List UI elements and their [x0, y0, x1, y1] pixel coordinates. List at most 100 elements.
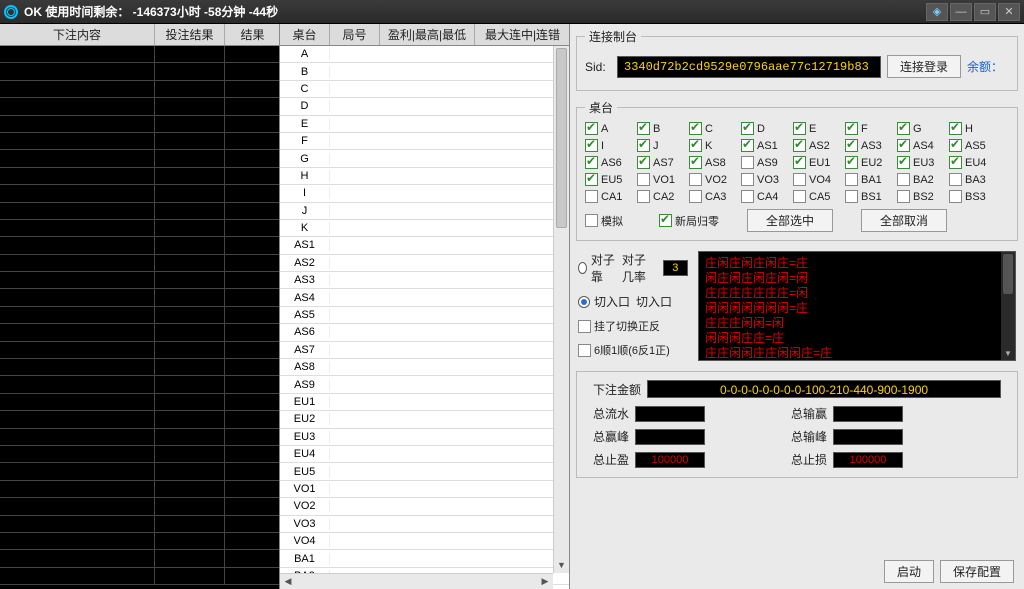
pair-radio[interactable]: 对子靠: [578, 251, 616, 285]
bet-history-row[interactable]: [0, 429, 279, 446]
table-checkbox-as6[interactable]: AS6: [585, 156, 631, 169]
table-row[interactable]: AS4: [280, 289, 569, 306]
bet-history-row[interactable]: [0, 324, 279, 341]
bet-history-row[interactable]: [0, 203, 279, 220]
maximize-button[interactable]: ▭: [974, 3, 996, 21]
mid-scrollbar-horizontal[interactable]: ◀ ▶: [280, 573, 553, 589]
stop-loss-input[interactable]: 100000: [833, 452, 903, 468]
scroll-left-icon[interactable]: ◀: [280, 574, 296, 589]
bet-history-row[interactable]: [0, 46, 279, 63]
bet-history-row[interactable]: [0, 342, 279, 359]
bet-history-row[interactable]: [0, 307, 279, 324]
deselect-all-button[interactable]: 全部取消: [861, 209, 947, 232]
table-row[interactable]: C: [280, 81, 569, 98]
table-row[interactable]: EU5: [280, 463, 569, 480]
table-row[interactable]: AS3: [280, 272, 569, 289]
table-row[interactable]: AS5: [280, 307, 569, 324]
table-checkbox-h[interactable]: H: [949, 122, 995, 135]
table-checkbox-as3[interactable]: AS3: [845, 139, 891, 152]
table-row[interactable]: VO4: [280, 533, 569, 550]
bet-history-row[interactable]: [0, 289, 279, 306]
bet-amount-input[interactable]: 0-0-0-0-0-0-0-0-100-210-440-900-1900: [647, 380, 1001, 398]
table-checkbox-bs1[interactable]: BS1: [845, 190, 891, 203]
table-row[interactable]: H: [280, 168, 569, 185]
bet-history-row[interactable]: [0, 81, 279, 98]
rules-scroll-thumb[interactable]: [1003, 254, 1013, 294]
table-row[interactable]: I: [280, 185, 569, 202]
table-checkbox-as4[interactable]: AS4: [897, 139, 943, 152]
bet-history-row[interactable]: [0, 481, 279, 498]
minimize-button[interactable]: —: [950, 3, 972, 21]
rules-scroll-down-icon[interactable]: ▼: [1001, 346, 1015, 360]
simulate-checkbox[interactable]: 模拟: [585, 213, 631, 229]
table-checkbox-i[interactable]: I: [585, 139, 631, 152]
bet-history-row[interactable]: [0, 272, 279, 289]
bet-history-row[interactable]: [0, 516, 279, 533]
table-checkbox-c[interactable]: C: [689, 122, 735, 135]
table-checkbox-bs3[interactable]: BS3: [949, 190, 995, 203]
table-checkbox-a[interactable]: A: [585, 122, 631, 135]
table-checkbox-ca3[interactable]: CA3: [689, 190, 735, 203]
bet-history-row[interactable]: [0, 568, 279, 585]
table-checkbox-as9[interactable]: AS9: [741, 156, 787, 169]
table-row[interactable]: D: [280, 98, 569, 115]
table-checkbox-k[interactable]: K: [689, 139, 735, 152]
bet-history-row[interactable]: [0, 446, 279, 463]
six-checkbox[interactable]: 6顺1顺(6反1正): [578, 342, 688, 358]
table-row[interactable]: VO1: [280, 481, 569, 498]
table-checkbox-ca5[interactable]: CA5: [793, 190, 839, 203]
pair-rate-input[interactable]: 3: [663, 260, 688, 276]
save-config-button[interactable]: 保存配置: [940, 560, 1014, 583]
table-checkbox-ba1[interactable]: BA1: [845, 173, 891, 186]
table-checkbox-eu1[interactable]: EU1: [793, 156, 839, 169]
bet-history-row[interactable]: [0, 116, 279, 133]
bet-history-row[interactable]: [0, 150, 279, 167]
bet-history-row[interactable]: [0, 550, 279, 567]
table-checkbox-eu2[interactable]: EU2: [845, 156, 891, 169]
bet-history-row[interactable]: [0, 168, 279, 185]
table-row[interactable]: EU2: [280, 411, 569, 428]
start-button[interactable]: 启动: [884, 560, 934, 583]
table-checkbox-j[interactable]: J: [637, 139, 683, 152]
table-row[interactable]: F: [280, 133, 569, 150]
connect-login-button[interactable]: 连接登录: [887, 55, 961, 78]
table-row[interactable]: AS2: [280, 255, 569, 272]
table-checkbox-eu3[interactable]: EU3: [897, 156, 943, 169]
table-row[interactable]: VO3: [280, 516, 569, 533]
table-checkbox-as7[interactable]: AS7: [637, 156, 683, 169]
table-checkbox-eu5[interactable]: EU5: [585, 173, 631, 186]
table-row[interactable]: AS7: [280, 342, 569, 359]
help-icon[interactable]: ◈: [926, 3, 948, 21]
bet-history-row[interactable]: [0, 533, 279, 550]
bet-history-row[interactable]: [0, 394, 279, 411]
rules-textbox[interactable]: 庄闲庄闲庄闲庄=庄闲庄闲庄闲庄闲=闲庄庄庄庄庄庄庄=闲闲闲闲闲闲闲闲=庄庄庄庄闲…: [698, 251, 1016, 361]
table-checkbox-as5[interactable]: AS5: [949, 139, 995, 152]
table-row[interactable]: G: [280, 150, 569, 167]
table-row[interactable]: AS9: [280, 376, 569, 393]
table-checkbox-eu4[interactable]: EU4: [949, 156, 995, 169]
bet-history-row[interactable]: [0, 185, 279, 202]
table-row[interactable]: EU3: [280, 429, 569, 446]
table-row[interactable]: EU1: [280, 394, 569, 411]
cut-radio[interactable]: 切入口: [578, 293, 630, 310]
table-checkbox-as1[interactable]: AS1: [741, 139, 787, 152]
table-row[interactable]: E: [280, 116, 569, 133]
table-checkbox-g[interactable]: G: [897, 122, 943, 135]
table-row[interactable]: EU4: [280, 446, 569, 463]
table-checkbox-b[interactable]: B: [637, 122, 683, 135]
bet-history-row[interactable]: [0, 220, 279, 237]
bet-history-row[interactable]: [0, 463, 279, 480]
bet-history-row[interactable]: [0, 133, 279, 150]
table-checkbox-ba3[interactable]: BA3: [949, 173, 995, 186]
table-checkbox-f[interactable]: F: [845, 122, 891, 135]
table-checkbox-ca1[interactable]: CA1: [585, 190, 631, 203]
bet-history-row[interactable]: [0, 63, 279, 80]
mid-scrollbar-vertical[interactable]: ▲ ▼: [553, 46, 569, 573]
table-checkbox-e[interactable]: E: [793, 122, 839, 135]
table-checkbox-vo4[interactable]: VO4: [793, 173, 839, 186]
rules-scrollbar[interactable]: ▲ ▼: [1001, 252, 1015, 360]
table-row[interactable]: K: [280, 220, 569, 237]
close-button[interactable]: ✕: [998, 3, 1020, 21]
table-checkbox-ba2[interactable]: BA2: [897, 173, 943, 186]
table-checkbox-vo3[interactable]: VO3: [741, 173, 787, 186]
